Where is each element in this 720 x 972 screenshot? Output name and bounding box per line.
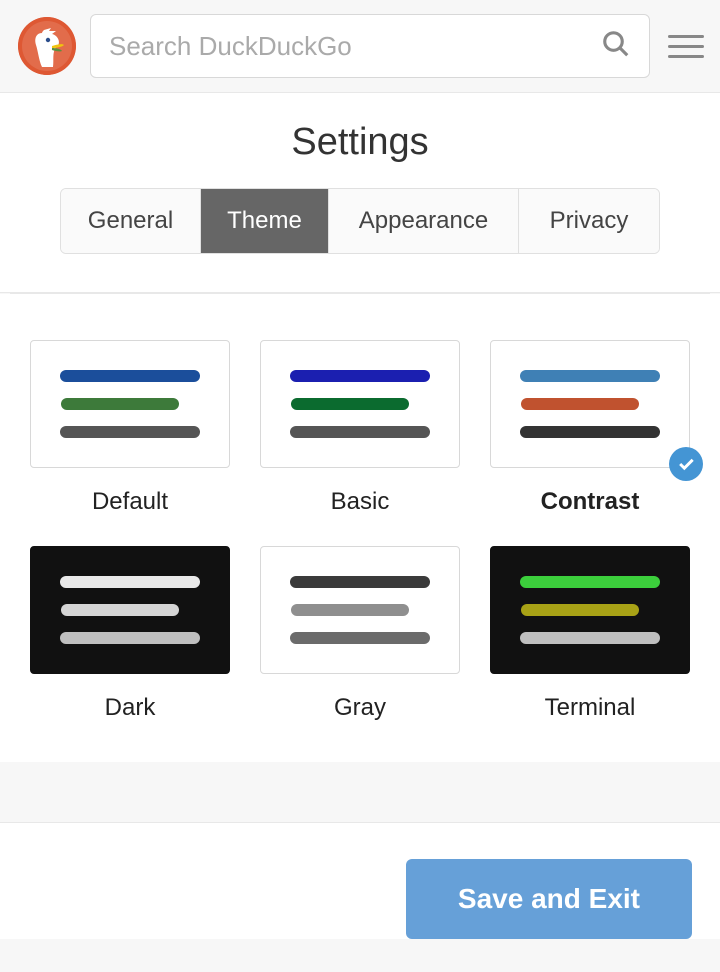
tab-privacy[interactable]: Privacy (519, 189, 659, 253)
theme-swatch-terminal[interactable] (490, 546, 690, 674)
theme-swatch-default[interactable] (30, 340, 230, 468)
page-title: Settings (0, 93, 720, 188)
theme-contrast: Contrast (490, 340, 690, 516)
theme-gray: Gray (260, 546, 460, 722)
settings-panel: Settings General Theme Appearance Privac… (0, 93, 720, 293)
theme-swatch-contrast[interactable] (490, 340, 690, 468)
check-icon (669, 447, 703, 481)
tab-appearance[interactable]: Appearance (329, 189, 519, 253)
theme-terminal: Terminal (490, 546, 690, 722)
search-icon[interactable] (601, 29, 631, 64)
theme-label: Basic (331, 488, 390, 516)
search-input[interactable] (109, 31, 601, 62)
menu-icon[interactable] (668, 28, 704, 64)
theme-basic: Basic (260, 340, 460, 516)
theme-label: Dark (105, 694, 156, 722)
theme-swatch-dark[interactable] (30, 546, 230, 674)
theme-dark: Dark (30, 546, 230, 722)
tab-theme[interactable]: Theme (201, 189, 329, 253)
theme-default: Default (30, 340, 230, 516)
duckduckgo-logo[interactable] (18, 17, 76, 75)
theme-swatch-gray[interactable] (260, 546, 460, 674)
footer: Save and Exit (0, 822, 720, 939)
theme-label: Terminal (545, 694, 636, 722)
theme-label: Gray (334, 694, 386, 722)
settings-tabs: General Theme Appearance Privacy (60, 188, 660, 254)
search-bar[interactable] (90, 14, 650, 78)
theme-grid: Default Basic Contrast Dark (0, 294, 720, 762)
theme-label: Contrast (541, 488, 640, 516)
tab-general[interactable]: General (61, 189, 201, 253)
theme-swatch-basic[interactable] (260, 340, 460, 468)
theme-label: Default (92, 488, 168, 516)
header (0, 0, 720, 93)
save-and-exit-button[interactable]: Save and Exit (406, 859, 692, 939)
